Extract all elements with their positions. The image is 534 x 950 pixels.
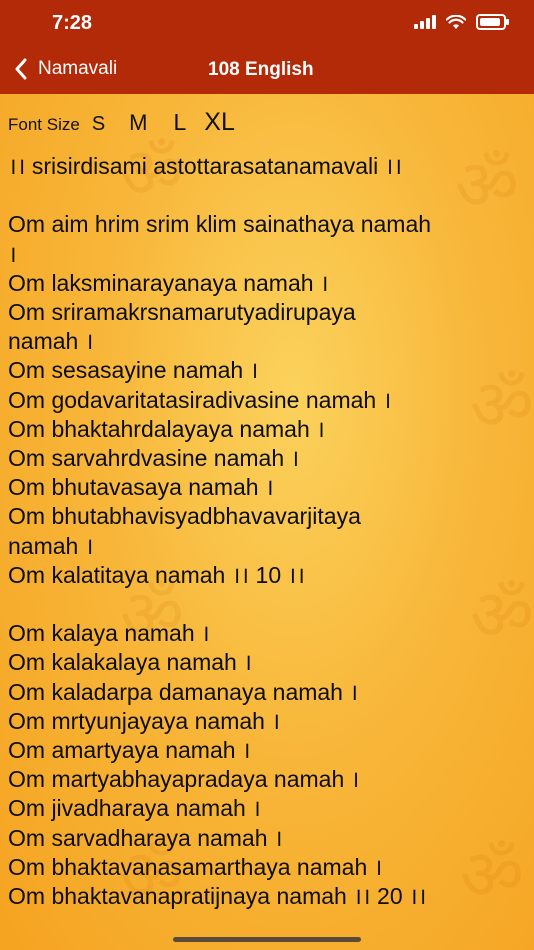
home-indicator[interactable]: [173, 937, 361, 942]
verse-line: Om sesasayine namah ।: [8, 357, 259, 384]
verse-line: Om kalakalaya namah ।: [8, 649, 252, 676]
verse-line: Om bhutabhavisyadbhavavarjitaya: [8, 503, 361, 530]
page-title: 108 English: [208, 59, 314, 80]
font-size-l-button[interactable]: L: [173, 109, 186, 136]
verse-line: Om martyabhayapradaya namah ।: [8, 766, 360, 793]
app-header: 7:28 Namavali 108 English: [0, 0, 534, 94]
verse-line: Om godavaritatasiradivasine namah ।: [8, 386, 392, 413]
font-size-selector: Font Size S M L XL: [8, 108, 235, 137]
font-size-s-button[interactable]: S: [92, 113, 105, 136]
verse-line: Om bhaktavanapratijnaya namah ।। 20 ।।: [8, 883, 427, 910]
status-icons: [414, 14, 509, 30]
verse-line: Om laksminarayanaya namah ।: [8, 269, 329, 296]
battery-icon: [476, 14, 509, 30]
font-size-label: Font Size: [8, 115, 80, 134]
chevron-left-icon: [15, 58, 27, 80]
verse-line: ।: [8, 240, 17, 267]
status-time: 7:28: [52, 12, 93, 34]
font-size-xl-button[interactable]: XL: [204, 108, 235, 137]
verse-line: Om sarvahrdvasine namah ।: [8, 445, 300, 472]
verse-line: Om bhaktavanasamarthaya namah ।: [8, 853, 383, 880]
verse-line: Om bhutavasaya namah ।: [8, 474, 274, 501]
verse-line: [8, 590, 530, 619]
verse-line: Om kaladarpa damanaya namah ।: [8, 678, 359, 705]
wifi-icon: [446, 14, 466, 29]
verse-line: namah ।: [8, 328, 94, 355]
signal-icon: [414, 15, 436, 29]
verse-line: Om kalaya namah ।: [8, 620, 210, 647]
verse-line: [8, 181, 530, 210]
back-button[interactable]: Namavali: [14, 58, 117, 80]
verse-line: Om amartyaya namah ।: [8, 737, 251, 764]
font-size-m-button[interactable]: M: [129, 110, 147, 136]
verse-line: namah ।: [8, 532, 94, 559]
verse-line: Om kalatitaya namah ।। 10 ।।: [8, 561, 305, 588]
verse-line: Om sarvadharaya namah ।: [8, 824, 283, 851]
verse-line: Om mrtyunjayaya namah ।: [8, 707, 281, 734]
namavali-text: ।। srisirdisami astottarasatanamavali ।।…: [8, 152, 530, 911]
verse-line: Om sriramakrsnamarutyadirupaya: [8, 299, 356, 325]
verse-line: Om bhaktahrdalayaya namah ।: [8, 415, 325, 442]
verse-line: Om aim hrim srim klim sainathaya namah: [8, 211, 432, 238]
verse-line: ।। srisirdisami astottarasatanamavali ।।: [8, 153, 403, 179]
back-label: Namavali: [38, 58, 118, 79]
verse-line: Om jivadharaya namah ।: [8, 795, 261, 822]
